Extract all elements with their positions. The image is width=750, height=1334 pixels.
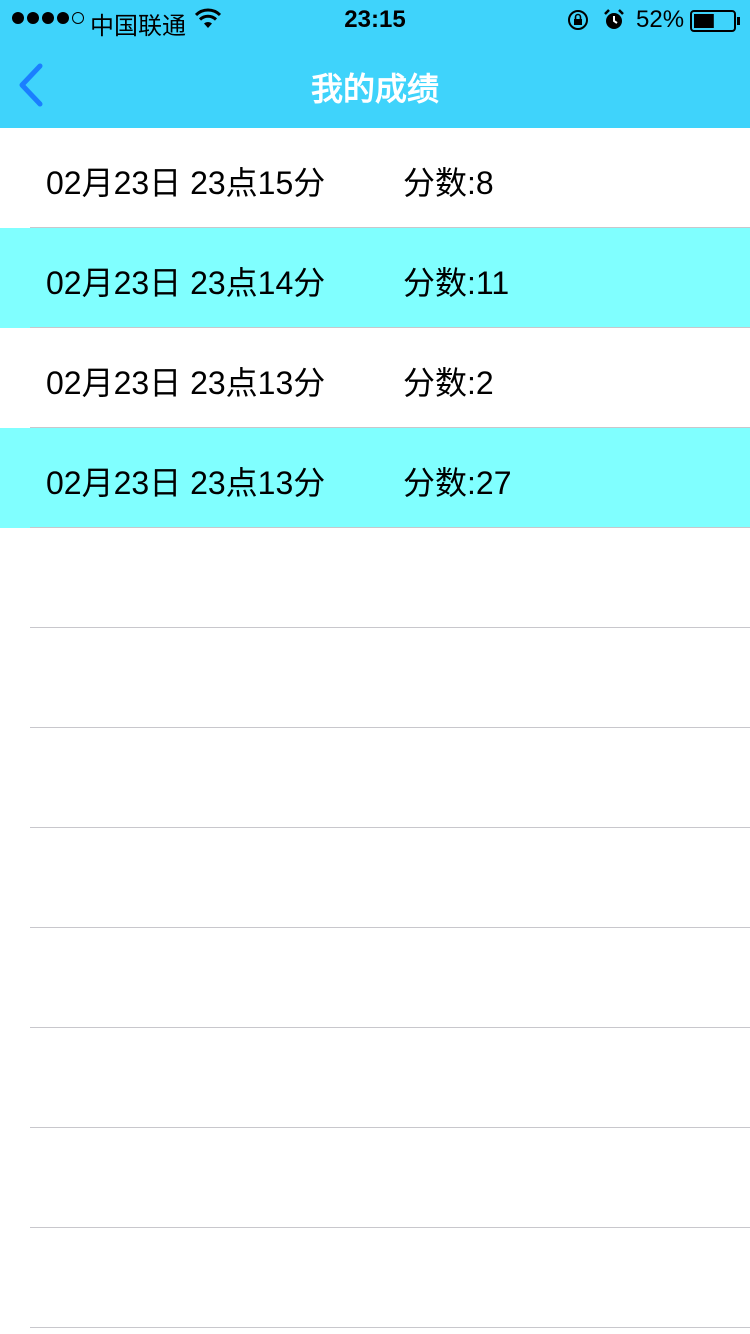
- record-date: 02月23日 23点15分: [46, 165, 326, 201]
- empty-row: [0, 928, 750, 1028]
- record-date: 02月23日 23点14分: [46, 265, 326, 301]
- record-date: 02月23日 23点13分: [46, 365, 326, 401]
- empty-row: [0, 1028, 750, 1128]
- empty-row: [0, 628, 750, 728]
- list-item[interactable]: 02月23日 23点13分 分数:2: [0, 328, 750, 428]
- status-bar: 中国联通 23:15 52%: [0, 0, 750, 40]
- empty-row: [0, 1228, 750, 1328]
- header: 中国联通 23:15 52% 我的成绩: [0, 0, 750, 128]
- alarm-icon: [604, 9, 624, 29]
- record-score: 分数:2: [403, 365, 494, 401]
- list-item[interactable]: 02月23日 23点13分 分数:27: [0, 428, 750, 528]
- empty-row: [0, 728, 750, 828]
- record-score: 分数:27: [403, 465, 512, 501]
- score-list: 02月23日 23点15分 分数:8 02月23日 23点14分 分数:11 0…: [0, 128, 750, 1328]
- empty-row: [0, 1128, 750, 1228]
- rotation-lock-icon: [568, 10, 588, 30]
- page-title: 我的成绩: [310, 71, 439, 107]
- empty-row: [0, 528, 750, 628]
- battery-icon: [690, 10, 740, 32]
- list-item[interactable]: 02月23日 23点14分 分数:11: [0, 228, 750, 328]
- empty-row: [0, 828, 750, 928]
- list-item[interactable]: 02月23日 23点15分 分数:8: [0, 128, 750, 228]
- battery-percentage: 52%: [636, 6, 685, 33]
- record-score: 分数:11: [403, 265, 510, 301]
- record-date: 02月23日 23点13分: [46, 465, 326, 501]
- record-score: 分数:8: [403, 165, 494, 201]
